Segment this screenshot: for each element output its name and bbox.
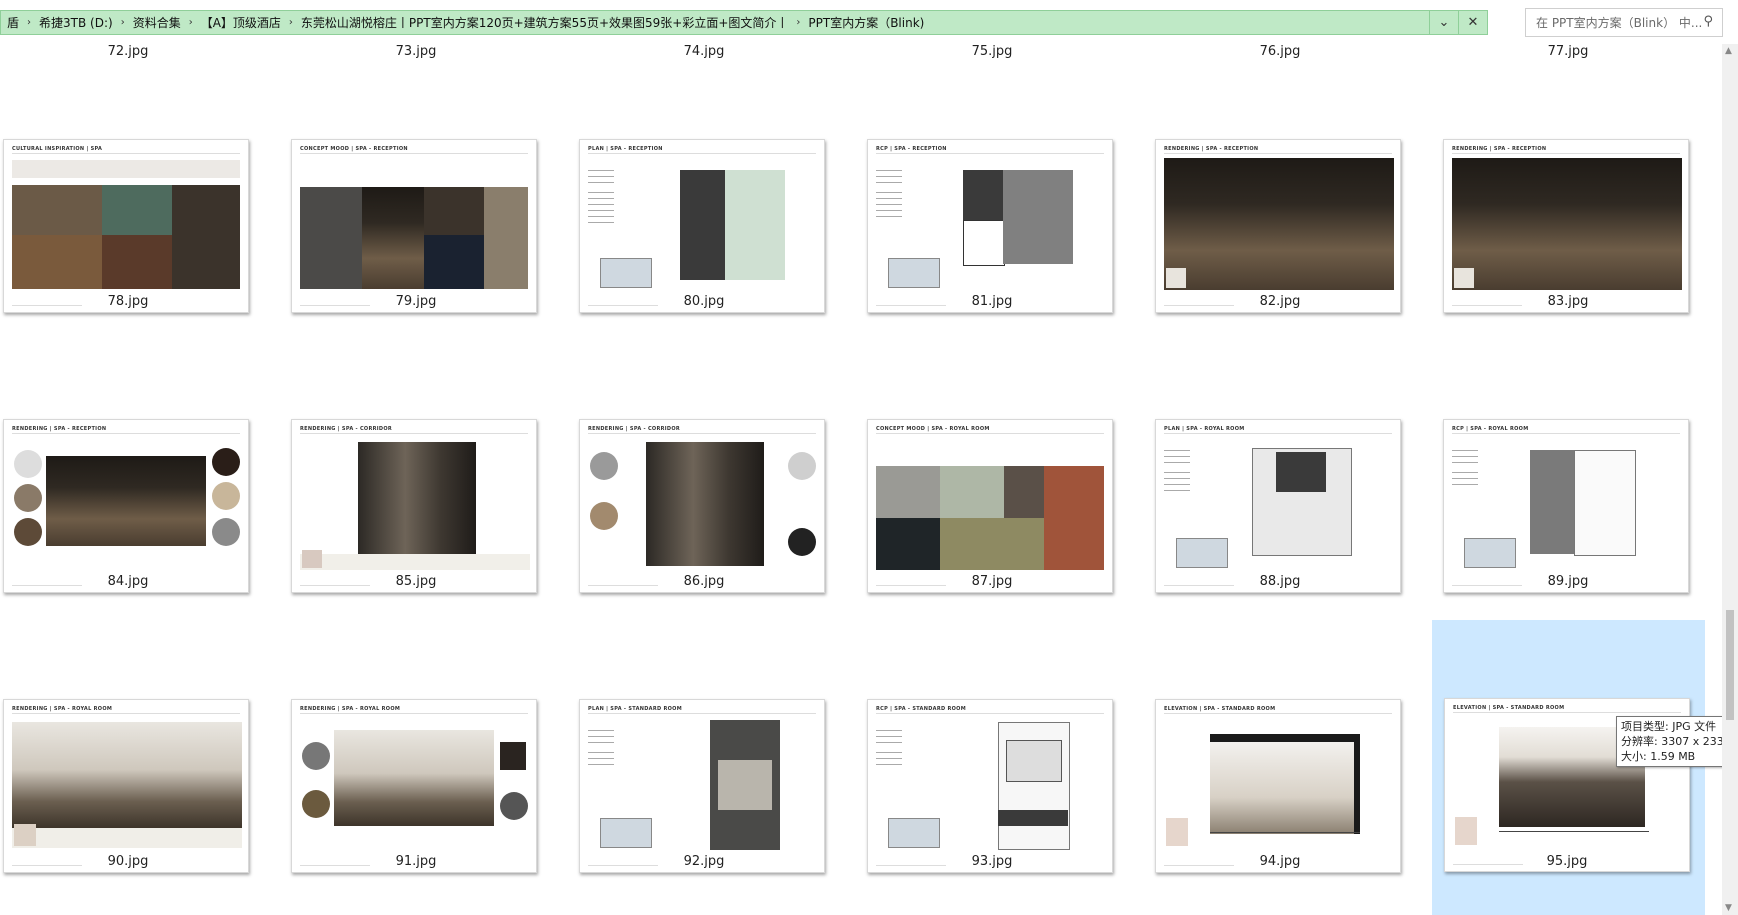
thumbnail: ELEVATION | SPA - STANDARD ROOM [1155,699,1401,873]
thumbnail: CULTURAL INSPIRATION | SPA [3,139,249,313]
slide-title: RENDERING | SPA - RECEPTION [12,426,107,432]
file-grid: 72.jpg 73.jpg 74.jpg 75.jpg 76.jpg 77.jp… [0,44,1722,915]
search-placeholder: 在 PPT室内方案（Blink） 中... [1536,16,1703,30]
thumbnail: RENDERING | SPA - CORRIDOR [291,419,537,593]
file-tile[interactable]: RCP | SPA - STANDARD ROOM 93.jpg [864,604,1124,873]
slide-title: CULTURAL INSPIRATION | SPA [12,146,103,152]
thumbnail: RENDERING | SPA - RECEPTION [3,419,249,593]
thumbnail: RCP | SPA - ROYAL ROOM [1443,419,1689,593]
slide-title: ELEVATION | SPA - STANDARD ROOM [1453,705,1565,711]
chevron-right-icon[interactable]: › [187,17,195,28]
tooltip-type: 项目类型: JPG 文件 [1621,720,1717,733]
slide-title: ELEVATION | SPA - STANDARD ROOM [1164,706,1276,712]
file-tile[interactable]: PLAN | SPA - RECEPTION 80.jpg [576,44,836,313]
thumbnail: PLAN | SPA - STANDARD ROOM [579,699,825,873]
slide-title: RENDERING | SPA - CORRIDOR [588,426,681,432]
thumbnail: RCP | SPA - STANDARD ROOM [867,699,1113,873]
thumbnail: RENDERING | SPA - RECEPTION [1443,139,1689,313]
search-icon[interactable]: ⚲ [1703,14,1713,29]
thumbnail: RENDERING | SPA - ROYAL ROOM [3,699,249,873]
chevron-right-icon[interactable]: › [25,17,33,28]
breadcrumb[interactable]: 盾 › 希捷3TB (D:) › 资料合集 › 【A】顶级酒店 › 东莞松山湖悦榕庄丨P… [0,10,1488,35]
chevron-right-icon[interactable]: › [794,17,802,28]
scroll-down-icon[interactable]: ▼ [1725,903,1732,913]
file-tile[interactable]: RENDERING | SPA - RECEPTION 82.jpg [1152,44,1412,313]
file-tile[interactable]: CULTURAL INSPIRATION | SPA 78.jpg [0,44,260,313]
file-name[interactable]: 86.jpg [576,574,832,589]
slide-title: RCP | SPA - ROYAL ROOM [1452,426,1529,432]
scrollbar-thumb[interactable] [1726,610,1734,720]
close-icon[interactable]: ✕ [1458,11,1487,34]
breadcrumb-item[interactable]: 希捷3TB (D:) [33,14,119,31]
breadcrumb-item[interactable]: PPT室内方案（Blink) [802,14,930,31]
file-tile[interactable]: RENDERING | SPA - CORRIDOR 85.jpg [288,324,548,593]
file-tile[interactable]: PLAN | SPA - ROYAL ROOM 88.jpg [1152,324,1412,593]
slide-title: RCP | SPA - STANDARD ROOM [876,706,966,712]
slide-title: CONCEPT MOOD | SPA - RECEPTION [300,146,408,152]
slide-title: RENDERING | SPA - ROYAL ROOM [12,706,113,712]
thumbnail: PLAN | SPA - RECEPTION [579,139,825,313]
chevron-right-icon[interactable]: › [119,17,127,28]
slide-title: CONCEPT MOOD | SPA - ROYAL ROOM [876,426,990,432]
breadcrumb-item[interactable]: 盾 [1,14,25,31]
thumbnail: RENDERING | SPA - CORRIDOR [579,419,825,593]
slide-title: PLAN | SPA - RECEPTION [588,146,663,152]
file-name[interactable]: 80.jpg [576,294,832,309]
thumbnail: RCP | SPA - RECEPTION [867,139,1113,313]
file-name[interactable]: 87.jpg [864,574,1120,589]
slide-title: RENDERING | SPA - CORRIDOR [300,426,393,432]
thumbnail: RENDERING | SPA - ROYAL ROOM [291,699,537,873]
thumbnail: CONCEPT MOOD | SPA - RECEPTION [291,139,537,313]
tooltip-resolution: 分辨率: 3307 x 2339 [1621,735,1731,748]
file-name[interactable]: 88.jpg [1152,574,1408,589]
file-tile[interactable]: RENDERING | SPA - ROYAL ROOM 90.jpg [0,604,260,873]
file-name[interactable]: 83.jpg [1440,294,1696,309]
breadcrumb-item[interactable]: 东莞松山湖悦榕庄丨PPT室内方案120页+建筑方案55页+效果图59张+彩立面+… [295,14,794,31]
file-tile[interactable]: ELEVATION | SPA - STANDARD ROOM 94.jpg [1152,604,1412,873]
slide-title: RCP | SPA - RECEPTION [876,146,947,152]
slide-title: RENDERING | SPA - ROYAL ROOM [300,706,401,712]
file-name[interactable]: 94.jpg [1152,854,1408,869]
file-name[interactable]: 90.jpg [0,854,256,869]
file-name[interactable]: 81.jpg [864,294,1120,309]
file-tile-selected[interactable]: ELEVATION | SPA - STANDARD ROOM 95.jpg [1432,620,1705,915]
scroll-up-icon[interactable]: ▲ [1725,46,1732,56]
file-tile[interactable]: RENDERING | SPA - RECEPTION 84.jpg [0,324,260,593]
chevron-down-icon[interactable]: ⌄ [1429,11,1458,34]
file-name[interactable]: 78.jpg [0,294,256,309]
file-name[interactable]: 85.jpg [288,574,544,589]
thumbnail: RENDERING | SPA - RECEPTION [1155,139,1401,313]
search-input[interactable]: 在 PPT室内方案（Blink） 中... ⚲ [1525,8,1723,37]
file-name[interactable]: 95.jpg [1439,854,1695,869]
file-info-tooltip: 项目类型: JPG 文件 分辨率: 3307 x 2339 大小: 1.59 M… [1616,716,1738,767]
file-tile[interactable]: RENDERING | SPA - CORRIDOR 86.jpg [576,324,836,593]
file-tile[interactable]: RCP | SPA - RECEPTION 81.jpg [864,44,1124,313]
file-tile[interactable]: PLAN | SPA - STANDARD ROOM 92.jpg [576,604,836,873]
file-name[interactable]: 84.jpg [0,574,256,589]
file-name[interactable]: 82.jpg [1152,294,1408,309]
tooltip-size: 大小: 1.59 MB [1621,750,1696,763]
slide-title: PLAN | SPA - STANDARD ROOM [588,706,683,712]
address-bar: 盾 › 希捷3TB (D:) › 资料合集 › 【A】顶级酒店 › 东莞松山湖悦榕庄丨P… [0,0,1738,44]
slide-title: PLAN | SPA - ROYAL ROOM [1164,426,1245,432]
chevron-right-icon[interactable]: › [287,17,295,28]
slide-title: RENDERING | SPA - RECEPTION [1452,146,1547,152]
vertical-scrollbar[interactable]: ▲ ▼ [1722,44,1738,915]
thumbnail: PLAN | SPA - ROYAL ROOM [1155,419,1401,593]
breadcrumb-item[interactable]: 资料合集 [127,14,187,31]
file-name[interactable]: 91.jpg [288,854,544,869]
file-name[interactable]: 92.jpg [576,854,832,869]
file-name[interactable]: 89.jpg [1440,574,1696,589]
file-tile[interactable]: RCP | SPA - ROYAL ROOM 89.jpg [1440,324,1700,593]
file-name[interactable]: 79.jpg [288,294,544,309]
file-tile[interactable]: RENDERING | SPA - ROYAL ROOM 91.jpg [288,604,548,873]
file-tile[interactable]: CONCEPT MOOD | SPA - RECEPTION 79.jpg [288,44,548,313]
file-tile[interactable]: CONCEPT MOOD | SPA - ROYAL ROOM 87.jpg [864,324,1124,593]
file-tile[interactable]: RENDERING | SPA - RECEPTION 83.jpg [1440,44,1700,313]
file-name[interactable]: 93.jpg [864,854,1120,869]
thumbnail: CONCEPT MOOD | SPA - ROYAL ROOM [867,419,1113,593]
slide-title: RENDERING | SPA - RECEPTION [1164,146,1259,152]
breadcrumb-item[interactable]: 【A】顶级酒店 [195,14,287,31]
